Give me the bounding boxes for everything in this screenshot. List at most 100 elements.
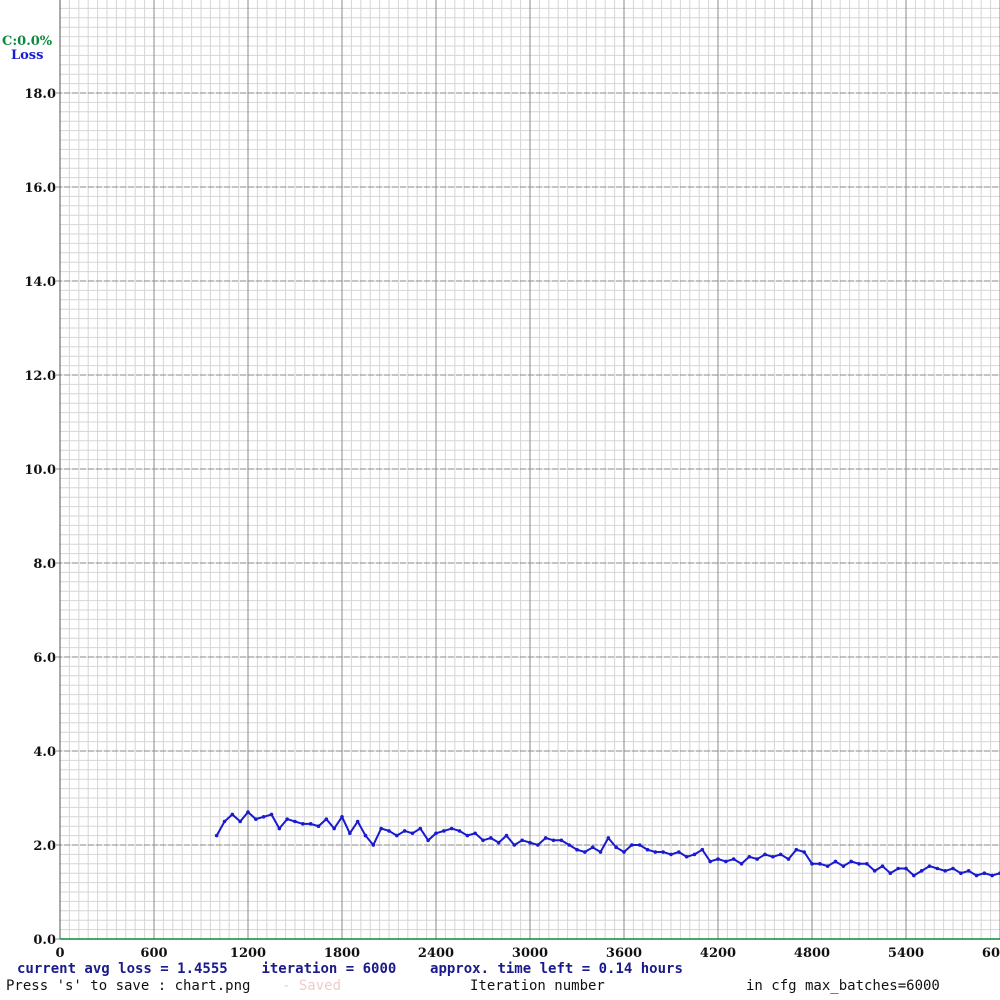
loss-point	[551, 838, 556, 843]
loss-point	[598, 850, 603, 854]
x-axis-label: Iteration number	[470, 978, 605, 994]
loss-point	[849, 859, 853, 864]
status-line: current avg loss = 1.4555 iteration = 60…	[17, 961, 683, 977]
loss-point	[927, 864, 932, 868]
y-tick-label: 6.0	[33, 651, 56, 666]
x-tick-label: 2400	[418, 946, 454, 961]
loss-point	[567, 843, 571, 847]
loss-point	[888, 871, 893, 875]
loss-point	[880, 864, 885, 868]
loss-point	[528, 840, 532, 845]
loss-point	[230, 812, 235, 817]
loss-point	[363, 833, 368, 838]
loss-point	[536, 843, 540, 847]
loss-point	[277, 826, 282, 831]
loss-point	[308, 822, 313, 826]
loss-point	[802, 850, 806, 854]
loss-point	[943, 869, 947, 873]
loss-point	[214, 833, 219, 838]
x-tick-label: 600	[140, 946, 167, 961]
loss-point	[630, 843, 634, 847]
loss-point	[700, 847, 705, 852]
y-tick-label: 16.0	[24, 181, 56, 196]
loss-point	[473, 831, 477, 836]
loss-point	[865, 862, 869, 866]
loss-point	[904, 866, 908, 871]
loss-point	[254, 817, 258, 821]
loss-point	[763, 852, 767, 857]
loss-point	[269, 812, 274, 817]
loss-point	[426, 838, 430, 843]
loss-point	[622, 850, 626, 854]
loss-point	[778, 852, 783, 857]
loss-point	[449, 826, 454, 831]
time-left-text: approx. time left = 0.14 hours	[430, 961, 683, 977]
loss-point	[301, 822, 305, 826]
loss-point	[896, 866, 900, 871]
loss-point	[512, 843, 517, 847]
loss-point	[489, 836, 493, 840]
loss-point	[669, 852, 673, 857]
loss-point	[504, 833, 509, 838]
y-tick-label: 12.0	[24, 369, 56, 384]
y-tick-label: 18.0	[24, 87, 56, 102]
x-tick-label: 3000	[512, 946, 548, 961]
loss-point	[692, 852, 697, 857]
loss-point	[481, 838, 485, 843]
loss-point	[402, 829, 407, 833]
loss-point	[841, 864, 846, 868]
loss-point	[935, 866, 940, 871]
loss-point	[246, 810, 250, 814]
loss-point	[348, 831, 352, 836]
loss-point	[614, 845, 618, 850]
max-batches-text: in cfg max_batches=6000	[746, 978, 940, 994]
y-tick-label: 8.0	[33, 557, 56, 572]
x-tick-label: 4800	[794, 946, 830, 961]
loss-point	[261, 815, 266, 819]
loss-point	[543, 836, 548, 840]
y-tick-label: 0.0	[33, 933, 56, 948]
loss-point	[857, 862, 861, 866]
faint-status-text: - Saved	[282, 978, 342, 994]
loss-point	[379, 826, 383, 831]
loss-point	[387, 829, 391, 833]
x-tick-label: 5400	[888, 946, 924, 961]
loss-point	[966, 869, 971, 873]
loss-point	[833, 859, 838, 864]
loss-point	[559, 838, 564, 843]
x-tick-label: 1200	[230, 946, 266, 961]
loss-point	[645, 847, 650, 852]
loss-point	[606, 836, 611, 840]
loss-point	[434, 831, 438, 836]
loss-point	[583, 850, 587, 854]
loss-point	[919, 869, 924, 873]
y-tick-label: 10.0	[24, 463, 56, 478]
loss-point	[410, 831, 415, 836]
loss-point	[716, 857, 720, 861]
loss-point	[990, 873, 994, 878]
loss-point	[794, 847, 799, 852]
loss-point	[442, 829, 446, 833]
loss-point	[222, 819, 227, 824]
loss-point	[395, 833, 399, 838]
loss-point	[810, 862, 814, 866]
loss-point	[316, 824, 321, 828]
loss-point	[724, 859, 728, 864]
y-tick-label: 2.0	[33, 839, 56, 854]
loss-point	[982, 871, 987, 875]
loss-point	[818, 862, 822, 866]
loss-point	[465, 833, 470, 838]
y-tick-label: 14.0	[24, 275, 56, 290]
loss-point	[825, 864, 830, 868]
loss-point	[340, 815, 344, 819]
y-tick-label: 4.0	[33, 745, 56, 760]
loss-point	[238, 819, 242, 824]
loss-point	[496, 840, 501, 845]
x-tick-label: 4200	[700, 946, 736, 961]
loss-point	[661, 850, 665, 854]
loss-point	[418, 826, 423, 831]
save-hint: Press 's' to save : chart.png	[6, 978, 251, 994]
loss-point	[708, 859, 712, 864]
loss-point	[520, 838, 524, 843]
x-tick-label: 0	[55, 946, 64, 961]
